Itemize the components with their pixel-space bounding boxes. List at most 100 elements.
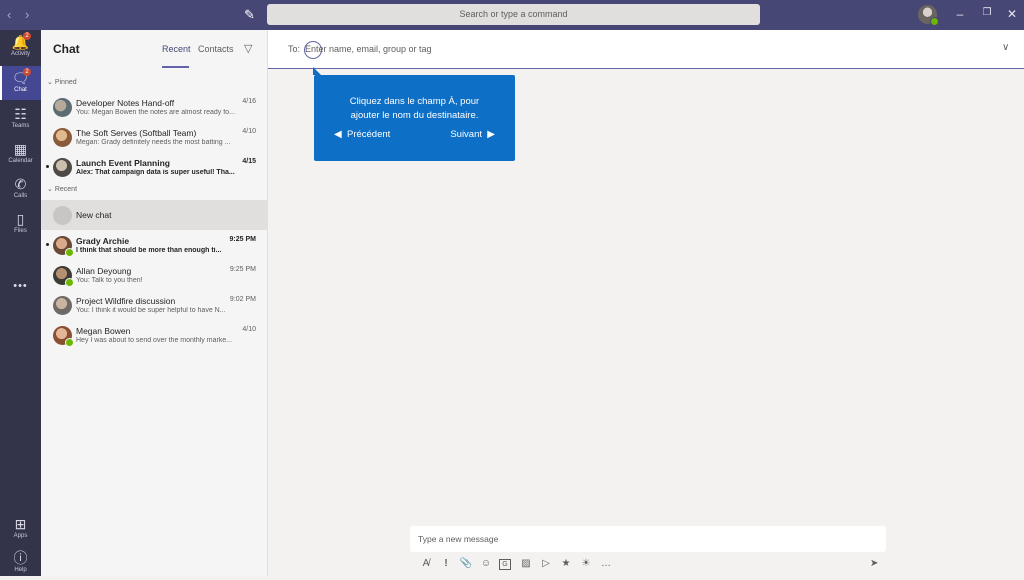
rail-label: Activity xyxy=(10,51,30,57)
importance-icon[interactable]: ! xyxy=(439,558,453,569)
tooltip-next-button[interactable]: Suivant ▶ xyxy=(450,129,495,140)
tooltip-line-2: ajouter le nom du destinataire. xyxy=(350,110,479,121)
back-icon[interactable]: ‹ xyxy=(7,7,11,22)
section-pinned[interactable]: ⌄ Pinned xyxy=(47,78,77,86)
more-options-icon[interactable]: … xyxy=(599,558,613,569)
more-apps-icon[interactable]: ••• xyxy=(0,280,41,292)
message-input[interactable] xyxy=(418,531,858,547)
chat-preview: I think that should be more than enough … xyxy=(76,247,222,254)
chat-time: 4/10 xyxy=(242,128,256,135)
recipient-bar: To: ∨ xyxy=(268,30,1024,69)
chat-preview: You: I think it would be super helpful t… xyxy=(76,307,226,314)
chat-preview: Alex: That campaign data is super useful… xyxy=(76,169,235,176)
chat-row[interactable]: Allan Deyoung You: Talk to you then! 9:2… xyxy=(41,260,267,290)
next-label: Suivant xyxy=(450,129,483,140)
tab-contacts[interactable]: Contacts xyxy=(198,44,234,54)
calendar-icon: ▦ xyxy=(13,141,28,157)
chevron-down-icon[interactable]: ∨ xyxy=(1002,42,1009,53)
close-icon[interactable]: ✕ xyxy=(1004,7,1020,21)
unread-dot xyxy=(46,243,49,246)
gif-icon[interactable]: G xyxy=(499,559,511,570)
avatar xyxy=(53,128,72,147)
file-icon: ▯ xyxy=(16,211,25,227)
chat-time: 9:25 PM xyxy=(229,236,256,243)
search-input[interactable]: Search or type a command xyxy=(267,4,760,25)
triangle-left-icon: ◀ xyxy=(334,129,342,140)
bell-icon: 🔔 xyxy=(11,34,30,50)
emoji-icon[interactable]: ☺ xyxy=(479,558,493,569)
tooltip-text: Cliquez dans le champ À, pour ajouter le… xyxy=(314,95,515,123)
chat-badge: 2 xyxy=(23,68,31,76)
avatar xyxy=(53,296,72,315)
title-bar: ‹ › ✎ Search or type a command – ❐ ✕ xyxy=(0,0,1024,30)
chat-name: Project Wildfire discussion xyxy=(76,296,176,306)
tooltip-previous-button[interactable]: ◀ Précédent xyxy=(334,129,390,140)
new-chat-row[interactable]: New chat xyxy=(41,200,267,230)
attach-icon[interactable]: 📎 xyxy=(459,558,473,569)
rail-item-apps[interactable]: ⊞ Apps xyxy=(0,512,41,546)
tab-recent[interactable]: Recent xyxy=(162,44,191,54)
chat-time: 4/15 xyxy=(242,158,256,165)
help-icon: ⓘ xyxy=(13,550,28,566)
section-recent[interactable]: ⌄ Recent xyxy=(47,185,77,193)
chat-preview: Megan: Grady definitely needs the most b… xyxy=(76,139,231,146)
rail-item-calls[interactable]: ✆ Calls xyxy=(0,172,41,206)
chat-name: Allan Deyoung xyxy=(76,266,132,276)
chat-time: 9:02 PM xyxy=(229,296,256,303)
rail-item-teams[interactable]: ☷ Teams xyxy=(0,102,41,136)
app-rail: 🔔 2 Activity 🗨 2 Chat ☷ Teams ▦ Calendar… xyxy=(0,30,41,576)
rail-item-files[interactable]: ▯ Files xyxy=(0,207,41,241)
send-icon[interactable]: ➤ xyxy=(870,558,878,569)
filter-icon[interactable]: ▽ xyxy=(244,42,252,55)
rail-item-chat[interactable]: 🗨 2 Chat xyxy=(0,66,41,100)
chat-row[interactable]: Megan Bowen Hey I was about to send over… xyxy=(41,320,267,350)
apps-icon: ⊞ xyxy=(14,516,27,532)
conversation-area: To: ∨ Cliquez dans le champ À, pour ajou… xyxy=(268,30,1024,576)
to-label: To: xyxy=(288,44,301,54)
activity-badge: 2 xyxy=(23,32,31,40)
chat-time: 9:25 PM xyxy=(229,266,256,273)
chat-row[interactable]: Developer Notes Hand-off You: Megan Bowe… xyxy=(41,92,267,122)
chat-row[interactable]: Project Wildfire discussion You: I think… xyxy=(41,290,267,320)
meet-now-icon[interactable]: ▷ xyxy=(539,558,553,569)
chat-row[interactable]: Launch Event Planning Alex: That campaig… xyxy=(41,152,267,182)
chat-time: 4/10 xyxy=(242,326,256,333)
restore-icon[interactable]: ❐ xyxy=(979,7,995,18)
rail-item-calendar[interactable]: ▦ Calendar xyxy=(0,137,41,171)
chat-preview: You: Talk to you then! xyxy=(76,277,143,284)
lightbulb-icon[interactable]: ☀ xyxy=(579,558,593,569)
praise-icon[interactable]: ★ xyxy=(559,558,573,569)
section-label: Recent xyxy=(54,186,78,193)
compose-icon[interactable]: ✎ xyxy=(244,7,255,23)
chat-name: Grady Archie xyxy=(76,236,130,246)
chat-row[interactable]: Grady Archie I think that should be more… xyxy=(41,230,267,260)
panel-title: Chat xyxy=(53,42,80,56)
rail-label: Help xyxy=(14,567,27,573)
rail-item-activity[interactable]: 🔔 2 Activity xyxy=(0,30,41,64)
rail-item-help[interactable]: ⓘ Help xyxy=(0,546,41,580)
presence-available-icon xyxy=(65,248,74,257)
avatar xyxy=(53,158,72,177)
chat-icon: 🗨 xyxy=(11,70,30,86)
format-icon[interactable]: A̸ xyxy=(419,558,433,569)
rail-label: Calls xyxy=(13,193,28,199)
message-composer xyxy=(410,526,886,552)
previous-label: Précédent xyxy=(346,129,391,140)
chat-name: Launch Event Planning xyxy=(76,158,170,168)
tooltip-line-1: Cliquez dans le champ À, pour xyxy=(349,96,480,107)
recipient-input[interactable] xyxy=(305,40,605,58)
chat-name: Developer Notes Hand-off xyxy=(76,98,175,108)
chevron-down-icon: ⌄ xyxy=(47,186,53,193)
chevron-down-icon: ⌄ xyxy=(47,79,53,86)
presence-available-icon xyxy=(930,17,939,26)
forward-icon[interactable]: › xyxy=(25,7,29,22)
unread-dot xyxy=(46,165,49,168)
new-chat-avatar-icon xyxy=(53,206,72,225)
minimize-icon[interactable]: – xyxy=(952,7,968,21)
chat-row[interactable]: The Soft Serves (Softball Team) Megan: G… xyxy=(41,122,267,152)
new-chat-label: New chat xyxy=(76,210,112,220)
sticker-icon[interactable]: ▨ xyxy=(519,558,533,569)
avatar xyxy=(53,98,72,117)
rail-label: Calendar xyxy=(8,158,33,164)
tab-active-indicator xyxy=(162,66,189,68)
